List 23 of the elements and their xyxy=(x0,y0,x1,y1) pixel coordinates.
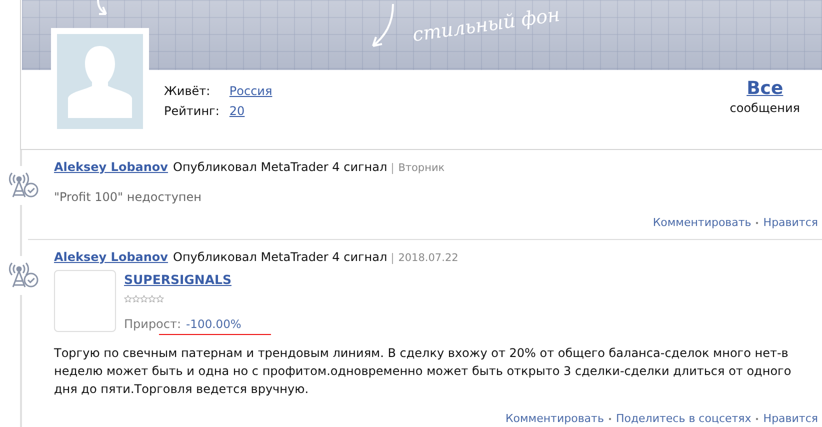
action-link[interactable]: Поделитесь в соцсетях xyxy=(616,412,752,425)
field-value-link[interactable]: 20 xyxy=(229,104,245,118)
banner-caption: стильный фон xyxy=(411,4,562,46)
post-date: Вторник xyxy=(392,163,445,174)
post-action: Опубликовал MetaTrader 4 сигнал xyxy=(173,160,388,174)
field-value-link[interactable]: Россия xyxy=(229,84,272,98)
action-link[interactable]: Нравится xyxy=(763,412,818,425)
all-messages-link[interactable]: Все xyxy=(746,78,784,99)
author-link[interactable]: Aleksey Lobanov xyxy=(54,250,168,264)
field-label: Рейтинг: xyxy=(164,104,220,118)
field-label: Живёт: xyxy=(164,84,210,98)
post-text: "Profit 100" недоступен xyxy=(54,189,203,206)
post-date: 2018.07.22 xyxy=(392,253,458,264)
growth-label: Прирост: xyxy=(124,317,182,333)
author-link[interactable]: Aleksey Lobanov xyxy=(54,160,168,174)
post-text: Торгую по свечным патернам и трендовым линиям. В сделку вхожу от 20% от общего баланса-сделок много нет-в неделю может быть и одна но с профитом.одновременно может быть открыто 3 сделки-сделки длиться от одного дня до пяти.Торговля ведется вручную. xyxy=(54,345,792,398)
signal-thumbnail xyxy=(54,270,116,332)
action-link[interactable]: Комментировать xyxy=(505,412,604,425)
signal-title-link[interactable]: SUPERSIGNALS xyxy=(124,272,242,287)
action-link[interactable]: Комментировать xyxy=(652,216,752,229)
post-action: Опубликовал MetaTrader 4 сигнал xyxy=(173,250,388,264)
messages-label: сообщения xyxy=(730,101,800,115)
action-link[interactable]: Нравится xyxy=(763,216,818,229)
